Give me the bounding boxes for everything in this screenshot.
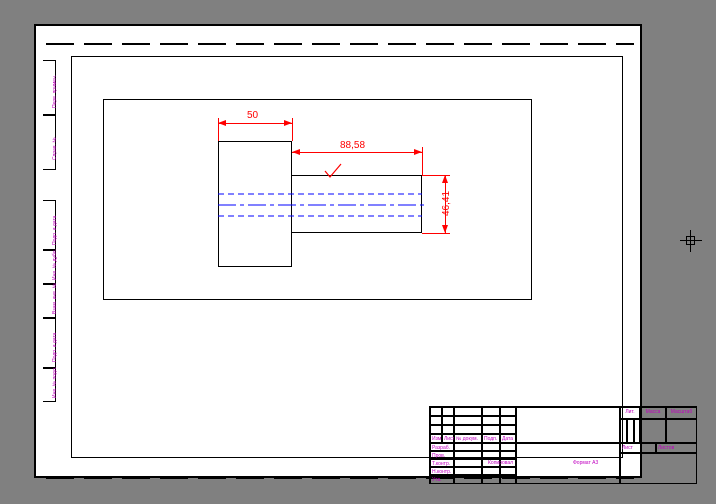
left-label-4: Инв. № дубл.	[52, 249, 58, 280]
crosshair-cursor-icon	[680, 230, 702, 252]
tb-nkontr: Н.контр.	[430, 467, 454, 475]
tb-utv: Утв.	[430, 475, 454, 484]
tb-razrab: Разраб.	[430, 443, 454, 451]
dim-8858-text: 88,58	[340, 140, 365, 151]
left-label-6: Подп. и дата	[52, 333, 58, 362]
title-block: Изм Лист № докум. Подп. Дата Разраб. Про…	[429, 406, 697, 484]
tb-izm: Изм	[430, 434, 442, 443]
footer-format: Формат A3	[573, 460, 598, 466]
tb-designation	[516, 407, 620, 443]
tb-podp: Подп.	[482, 434, 500, 443]
left-label-2: Справ. №	[52, 137, 58, 160]
tb-tkontr: Т.контр.	[430, 459, 454, 467]
tb-data: Дата	[500, 434, 516, 443]
tb-prov: Пров.	[430, 451, 454, 459]
cad-canvas[interactable]: Перв. примен. Справ. № Подп. и дата Инв.…	[0, 0, 716, 504]
tb-massa: Масса	[640, 407, 666, 419]
left-label-5: Взам. инв. №	[52, 283, 58, 314]
tb-docnum: № докум.	[454, 434, 482, 443]
tb-company	[620, 453, 697, 484]
left-label-1: Перв. примен.	[52, 75, 58, 108]
tb-name	[516, 443, 620, 484]
left-label-3: Подп. и дата	[52, 216, 58, 245]
dim-4641-text: 46,41	[441, 191, 452, 216]
left-label-7: Инв. № подл.	[52, 367, 58, 398]
tb-masshtab: Масштаб	[666, 407, 697, 419]
tb-sheets: Листов	[656, 443, 697, 453]
surface-finish-icon	[323, 163, 343, 184]
tb-lit: Лит.	[620, 407, 640, 419]
tb-list: Лист	[442, 434, 454, 443]
tb-sheet: Лист	[620, 443, 656, 453]
footer-kopiroval: Копировал	[488, 460, 513, 466]
frame-dash-top	[46, 33, 634, 51]
dim-50-text: 50	[247, 110, 258, 121]
